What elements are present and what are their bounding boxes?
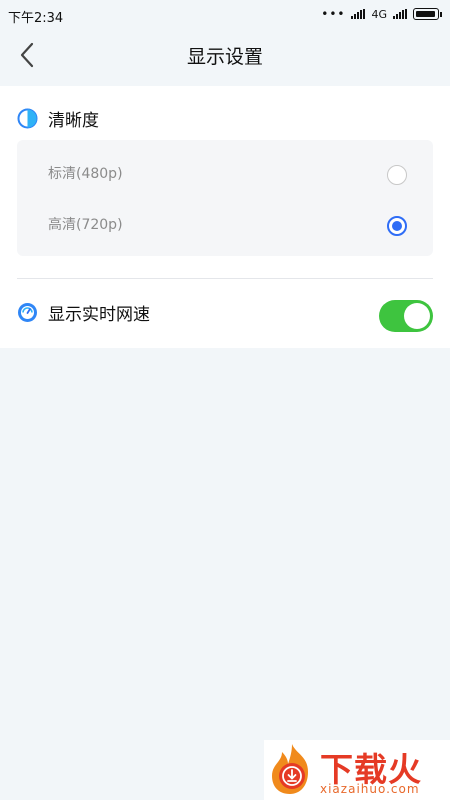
watermark: 下载火 xiazaihuo.com: [264, 740, 450, 800]
option-sd-label: 标清(480p): [48, 166, 123, 182]
half-circle-icon: [17, 108, 38, 129]
speed-title: 显示实时网速: [48, 305, 150, 325]
status-icons: ••• 4G: [321, 7, 442, 21]
option-sd[interactable]: 标清(480p): [17, 148, 433, 198]
signal-icon: [351, 9, 366, 19]
speed-header: 显示实时网速: [17, 300, 150, 325]
toggle-knob: [404, 303, 430, 329]
resolution-options: 标清(480p) 高清(720p): [17, 140, 433, 256]
battery-cap: [440, 11, 442, 17]
speed-toggle[interactable]: [379, 300, 433, 332]
status-bar: 下午2:34 ••• 4G: [0, 0, 450, 30]
option-hd-label: 高清(720p): [48, 217, 123, 233]
resolution-title: 清晰度: [48, 111, 99, 131]
divider: [17, 278, 433, 279]
settings-card: 清晰度 标清(480p) 高清(720p) 显示实时网速: [0, 86, 450, 348]
more-dots-icon: •••: [321, 7, 346, 21]
watermark-url: xiazaihuo.com: [320, 782, 420, 796]
resolution-header: 清晰度: [17, 106, 99, 131]
radio-hd[interactable]: [387, 216, 407, 236]
status-time: 下午2:34: [8, 11, 64, 26]
battery-icon: [413, 8, 439, 20]
signal-icon-2: [393, 9, 407, 19]
radio-sd[interactable]: [387, 165, 407, 185]
page-title: 显示设置: [186, 46, 263, 68]
network-type: 4G: [371, 7, 387, 21]
flame-logo-icon: [272, 744, 308, 794]
option-hd[interactable]: 高清(720p): [17, 199, 433, 249]
speedometer-icon: [18, 303, 37, 322]
nav-bar: 显示设置: [0, 30, 450, 80]
